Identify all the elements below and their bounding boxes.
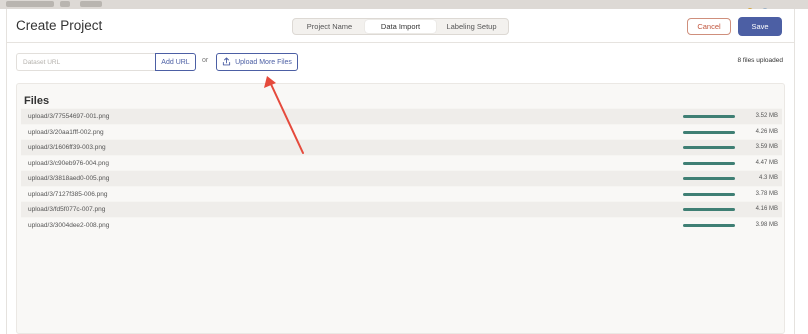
annotation-arrow-icon [264, 76, 304, 154]
